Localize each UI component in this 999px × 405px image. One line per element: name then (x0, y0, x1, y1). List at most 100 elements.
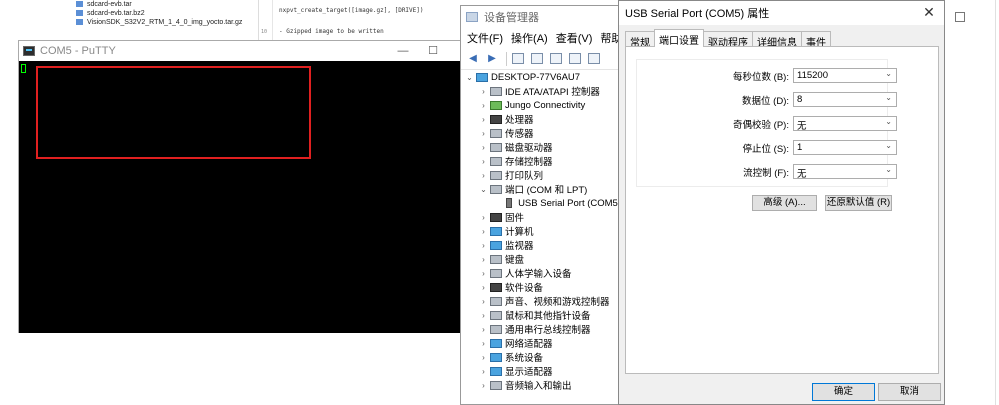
tree-item-label: 磁盘驱动器 (505, 143, 553, 154)
storage-controller-icon (490, 156, 502, 166)
processor-icon (490, 114, 502, 124)
menu-action[interactable]: 操作(A) (507, 30, 552, 46)
tree-item[interactable]: › 磁盘驱动器 (461, 140, 621, 154)
advanced-button[interactable]: 高级 (A)... (752, 195, 817, 211)
tree-item-label: 固件 (505, 213, 525, 224)
chevron-right-icon[interactable]: › (479, 157, 488, 166)
tree-item[interactable]: › 声音、视频和游戏控制器 (461, 294, 621, 308)
help-icon[interactable] (548, 52, 564, 66)
tree-item[interactable]: › 系统设备 (461, 350, 621, 364)
chevron-right-icon[interactable]: › (479, 129, 488, 138)
file-item[interactable]: sdcard-evb.tar (76, 1, 132, 8)
chevron-right-icon[interactable]: › (479, 143, 488, 152)
tab-details[interactable]: 详细信息 (752, 31, 802, 49)
tree-item[interactable]: › 键盘 (461, 252, 621, 266)
putty-titlebar[interactable]: COM5 - PuTTY — ☐ (19, 41, 462, 61)
tree-item[interactable]: › 打印队列 (461, 168, 621, 182)
chevron-right-icon[interactable]: › (479, 227, 488, 236)
tree-item[interactable]: › 存储控制器 (461, 154, 621, 168)
tree-item-label: 端口 (COM 和 LPT) (505, 185, 588, 196)
tree-item[interactable]: › 软件设备 (461, 280, 621, 294)
parity-select[interactable]: 无 ⌄ (793, 116, 897, 132)
tree-item[interactable]: › Jungo Connectivity (461, 98, 621, 112)
chevron-right-icon[interactable]: › (479, 213, 488, 222)
background-window-edge (945, 0, 999, 405)
line-number: 10 (261, 29, 268, 35)
computer-icon (476, 72, 488, 82)
file-item[interactable]: sdcard-evb.tar.bz2 (76, 10, 145, 17)
back-icon[interactable]: ◀ (465, 52, 481, 66)
chevron-right-icon[interactable]: › (479, 269, 488, 278)
tree-item[interactable]: › 固件 (461, 210, 621, 224)
network-adapter-icon (490, 338, 502, 348)
flow-control-select[interactable]: 无 ⌄ (793, 164, 897, 180)
background-editor: nxpvt_create_target([image.gz], [DRIVE])… (258, 0, 463, 40)
chevron-right-icon[interactable]: › (479, 101, 488, 110)
device-manager-titlebar[interactable]: 设备管理器 (461, 6, 621, 28)
chevron-right-icon[interactable]: › (479, 353, 488, 362)
chevron-right-icon[interactable]: › (479, 115, 488, 124)
properties-icon[interactable] (529, 52, 545, 66)
tab-driver[interactable]: 驱动程序 (703, 31, 753, 49)
tree-item[interactable]: › 人体学输入设备 (461, 266, 621, 280)
stop-bits-select[interactable]: 1 ⌄ (793, 140, 897, 155)
menu-file[interactable]: 文件(F) (463, 30, 507, 46)
close-button[interactable]: ✕ (920, 4, 938, 21)
menu-view[interactable]: 查看(V) (552, 30, 597, 46)
file-item[interactable]: VisionSDK_S32V2_RTM_1_4_0_img_yocto.tar.… (76, 19, 242, 26)
tree-item[interactable]: › 网络适配器 (461, 336, 621, 350)
chevron-right-icon[interactable]: › (479, 241, 488, 250)
chevron-right-icon[interactable]: › (479, 283, 488, 292)
chevron-right-icon[interactable]: › (479, 367, 488, 376)
monitor-icon[interactable] (586, 52, 602, 66)
parity-label: 奇偶校验 (P): (733, 120, 789, 131)
tree-item[interactable]: USB Serial Port (COM5) (461, 196, 621, 210)
chevron-right-icon[interactable]: › (479, 381, 488, 390)
properties-titlebar[interactable]: USB Serial Port (COM5) 属性 ✕ (619, 1, 944, 25)
tree-item-label: 通用串行总线控制器 (505, 325, 591, 336)
maximize-button[interactable]: ☐ (419, 43, 447, 59)
view-icon[interactable] (510, 52, 526, 66)
monitor-icon (490, 240, 502, 250)
forward-icon[interactable]: ▶ (484, 52, 500, 66)
putty-window: COM5 - PuTTY — ☐ (18, 40, 463, 333)
tree-item[interactable]: › IDE ATA/ATAPI 控制器 (461, 84, 621, 98)
ok-button[interactable]: 确定 (812, 383, 875, 401)
chevron-right-icon[interactable]: › (479, 87, 488, 96)
sensor-icon (490, 128, 502, 138)
chevron-right-icon[interactable]: › (479, 297, 488, 306)
tree-item[interactable]: ⌄ DESKTOP-77V6AU7 (461, 70, 621, 84)
terminal-area[interactable] (19, 61, 462, 333)
restore-defaults-button[interactable]: 还原默认值 (R) (825, 195, 892, 211)
tab-port-settings[interactable]: 端口设置 (654, 29, 704, 47)
chevron-right-icon[interactable]: › (479, 311, 488, 320)
chevron-down-icon: ⌄ (885, 141, 892, 150)
cancel-button[interactable]: 取消 (878, 383, 941, 401)
chevron-right-icon[interactable]: › (479, 171, 488, 180)
tree-item[interactable]: › 通用串行总线控制器 (461, 322, 621, 336)
tab-general[interactable]: 常规 (625, 31, 655, 49)
tree-item[interactable]: › 监视器 (461, 238, 621, 252)
chevron-down-icon[interactable]: ⌄ (479, 185, 488, 194)
chevron-right-icon[interactable]: › (479, 255, 488, 264)
tree-item[interactable]: › 传感器 (461, 126, 621, 140)
chevron-right-icon[interactable]: › (479, 339, 488, 348)
disk-drive-icon (490, 142, 502, 152)
data-bits-select[interactable]: 8 ⌄ (793, 92, 897, 107)
bits-per-second-label: 每秒位数 (B): (733, 72, 789, 83)
settings-group: 每秒位数 (B): 115200 ⌄ 数据位 (D): 8 ⌄ 奇偶校验 (P): … (636, 59, 897, 187)
tree-item[interactable]: › 处理器 (461, 112, 621, 126)
bits-per-second-select[interactable]: 115200 ⌄ (793, 68, 897, 83)
minimize-button[interactable]: — (389, 43, 417, 59)
tab-events[interactable]: 事件 (801, 31, 831, 49)
tree-item[interactable]: › 音频输入和输出 (461, 378, 621, 392)
tree-item[interactable]: › 鼠标和其他指针设备 (461, 308, 621, 322)
tree-item[interactable]: › 显示适配器 (461, 364, 621, 378)
tree-item[interactable]: › 计算机 (461, 224, 621, 238)
hid-icon (490, 268, 502, 278)
tree-item-label: 音频输入和输出 (505, 381, 572, 392)
chevron-down-icon[interactable]: ⌄ (465, 73, 474, 82)
tree-item[interactable]: ⌄ 端口 (COM 和 LPT) (461, 182, 621, 196)
chevron-right-icon[interactable]: › (479, 325, 488, 334)
scan-icon[interactable] (567, 52, 583, 66)
